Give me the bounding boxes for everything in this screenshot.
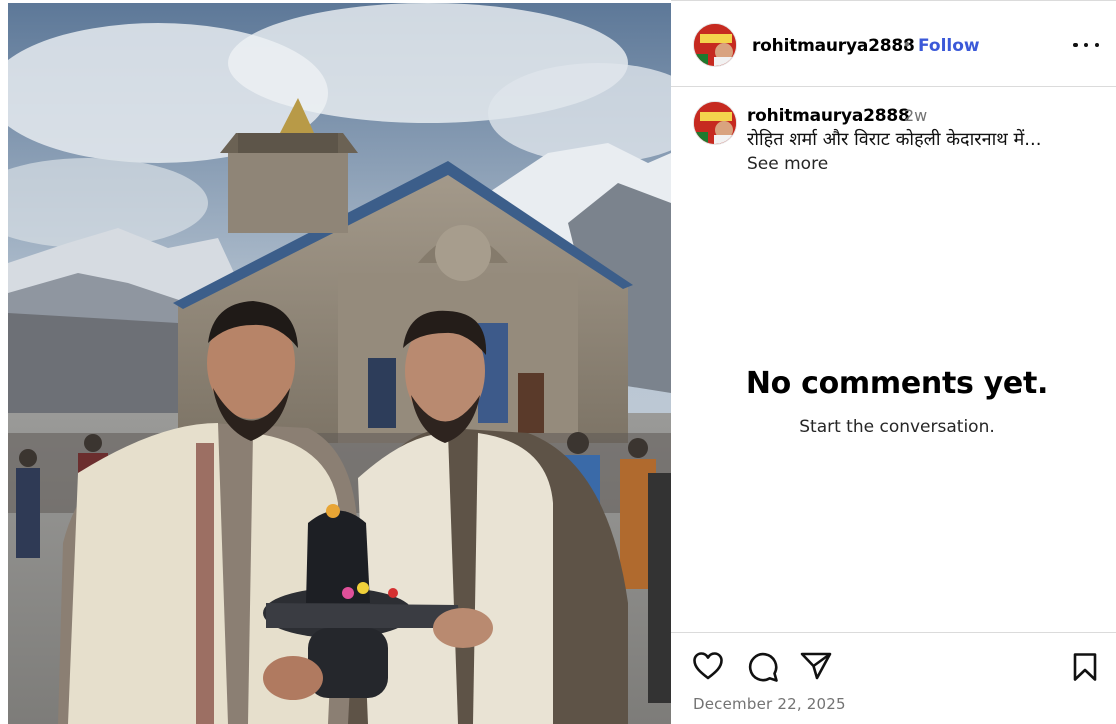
more-options-icon[interactable] bbox=[1073, 39, 1099, 51]
post-photo[interactable] bbox=[8, 3, 671, 724]
avatar[interactable] bbox=[693, 23, 737, 67]
post-time[interactable]: 2w bbox=[904, 106, 927, 125]
post-date[interactable]: December 22, 2025 bbox=[693, 695, 846, 713]
follow-button[interactable]: Follow bbox=[918, 36, 980, 56]
see-more-button[interactable]: See more bbox=[747, 154, 828, 174]
caption-text: रोहित शर्मा और विराट कोहली केदारनाथ में.… bbox=[747, 129, 1042, 150]
comment-icon[interactable] bbox=[747, 651, 779, 683]
heart-icon[interactable] bbox=[692, 651, 724, 681]
caption-username[interactable]: rohitmaurya2888 bbox=[747, 106, 910, 126]
caption-avatar[interactable] bbox=[693, 101, 737, 145]
start-conversation-text: Start the conversation. bbox=[799, 417, 995, 437]
bookmark-icon[interactable] bbox=[1071, 652, 1099, 682]
post-sidebar: rohitmaurya2888 • Follow rohitmaurya2888… bbox=[671, 0, 1116, 724]
separator-dot: • bbox=[904, 35, 910, 54]
paper-plane-icon[interactable] bbox=[800, 651, 832, 681]
post-actions: December 22, 2025 bbox=[671, 632, 1116, 724]
username[interactable]: rohitmaurya2888 bbox=[752, 36, 915, 56]
no-comments-title: No comments yet. bbox=[745, 366, 1049, 401]
post-header: rohitmaurya2888 • Follow bbox=[671, 0, 1116, 87]
